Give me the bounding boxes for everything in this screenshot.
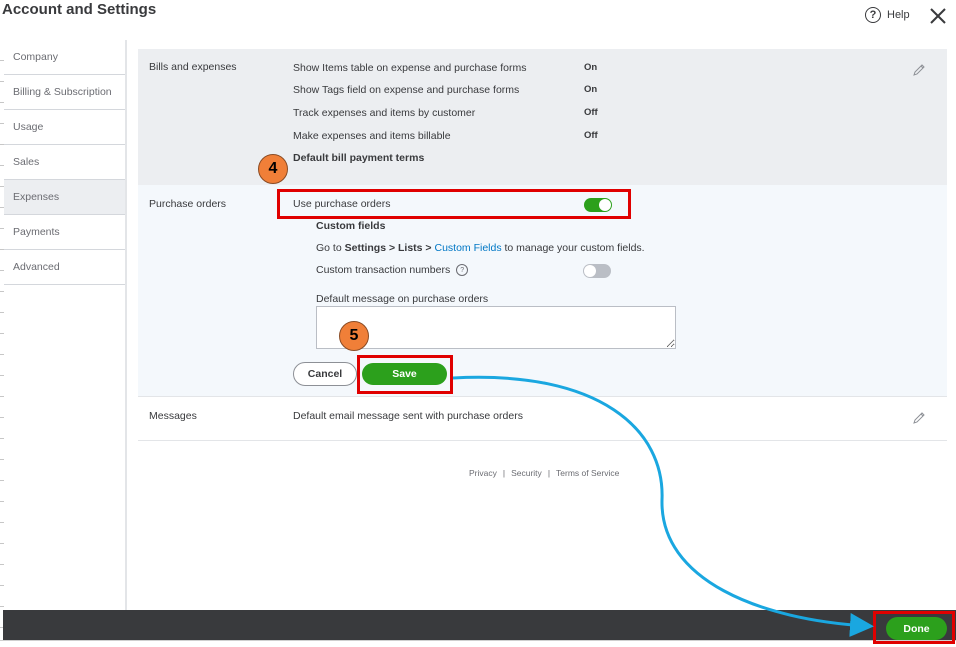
setting-value-items-table: On xyxy=(584,62,598,73)
terms-link[interactable]: Terms of Service xyxy=(556,468,619,478)
sidebar-item-sales[interactable]: Sales xyxy=(4,145,126,180)
step-5-badge: 5 xyxy=(339,321,369,351)
bills-section-heading: Bills and expenses xyxy=(149,61,237,73)
note-arrow-2: > xyxy=(422,242,435,254)
messages-section[interactable] xyxy=(138,398,947,441)
note-prefix: Go to xyxy=(316,242,345,254)
help-label: Help xyxy=(887,9,910,21)
close-icon[interactable] xyxy=(928,6,948,26)
sidebar-item-usage[interactable]: Usage xyxy=(4,110,126,145)
highlight-box-use-po xyxy=(277,189,631,219)
setting-label-items-table: Show Items table on expense and purchase… xyxy=(293,62,527,74)
page-title: Account and Settings xyxy=(2,1,157,18)
sidebar-item-company[interactable]: Company xyxy=(4,40,126,75)
help-button[interactable]: ? Help xyxy=(865,7,910,23)
note-arrow-1: > xyxy=(386,242,398,254)
highlight-box-save xyxy=(357,355,453,394)
footer-separator: | xyxy=(547,468,551,478)
default-bill-terms-label: Default bill payment terms xyxy=(293,152,425,164)
step-4-badge: 4 xyxy=(258,154,288,184)
bottom-action-bar xyxy=(3,610,956,640)
setting-label-billable: Make expenses and items billable xyxy=(293,130,451,142)
sidebar-item-billing[interactable]: Billing & Subscription xyxy=(4,75,126,110)
edit-pencil-icon[interactable] xyxy=(912,63,926,77)
note-lists: Lists xyxy=(398,242,423,254)
setting-value-track-by-customer: Off xyxy=(584,107,598,118)
note-settings: Settings xyxy=(344,242,387,254)
cancel-button[interactable]: Cancel xyxy=(293,362,357,386)
setting-value-tags-field: On xyxy=(584,84,598,95)
custom-fields-link[interactable]: Custom Fields xyxy=(434,242,501,254)
security-link[interactable]: Security xyxy=(511,468,542,478)
sidebar-divider xyxy=(125,40,127,610)
custom-transaction-numbers-row: Custom transaction numbers? xyxy=(316,264,469,277)
purchase-orders-heading: Purchase orders xyxy=(149,198,227,210)
default-message-label: Default message on purchase orders xyxy=(316,293,489,305)
custom-fields-note: Go to Settings > Lists > Custom Fields t… xyxy=(316,242,645,254)
messages-description: Default email message sent with purchase… xyxy=(293,410,523,422)
edit-pencil-icon[interactable] xyxy=(912,411,926,425)
setting-label-tags-field: Show Tags field on expense and purchase … xyxy=(293,84,520,96)
custom-transaction-numbers-label: Custom transaction numbers xyxy=(316,264,451,276)
question-mark-icon[interactable]: ? xyxy=(456,264,469,277)
sidebar-item-advanced[interactable]: Advanced xyxy=(4,250,126,285)
messages-heading: Messages xyxy=(149,410,197,422)
setting-label-track-by-customer: Track expenses and items by customer xyxy=(293,107,476,119)
sidebar-item-expenses[interactable]: Expenses xyxy=(4,180,126,215)
footer-separator: | xyxy=(502,468,506,478)
note-suffix: to manage your custom fields. xyxy=(501,242,645,254)
footer-links: Privacy | Security | Terms of Service xyxy=(469,468,619,478)
default-message-textarea[interactable] xyxy=(316,306,676,349)
help-icon: ? xyxy=(865,7,881,23)
toggle-knob xyxy=(584,265,596,277)
highlight-box-done xyxy=(873,611,955,644)
setting-value-billable: Off xyxy=(584,130,598,141)
custom-transaction-numbers-toggle[interactable] xyxy=(583,264,611,278)
settings-sidebar: Company Billing & Subscription Usage Sal… xyxy=(4,40,126,285)
custom-fields-heading: Custom fields xyxy=(316,220,386,232)
privacy-link[interactable]: Privacy xyxy=(469,468,497,478)
sidebar-item-payments[interactable]: Payments xyxy=(4,215,126,250)
